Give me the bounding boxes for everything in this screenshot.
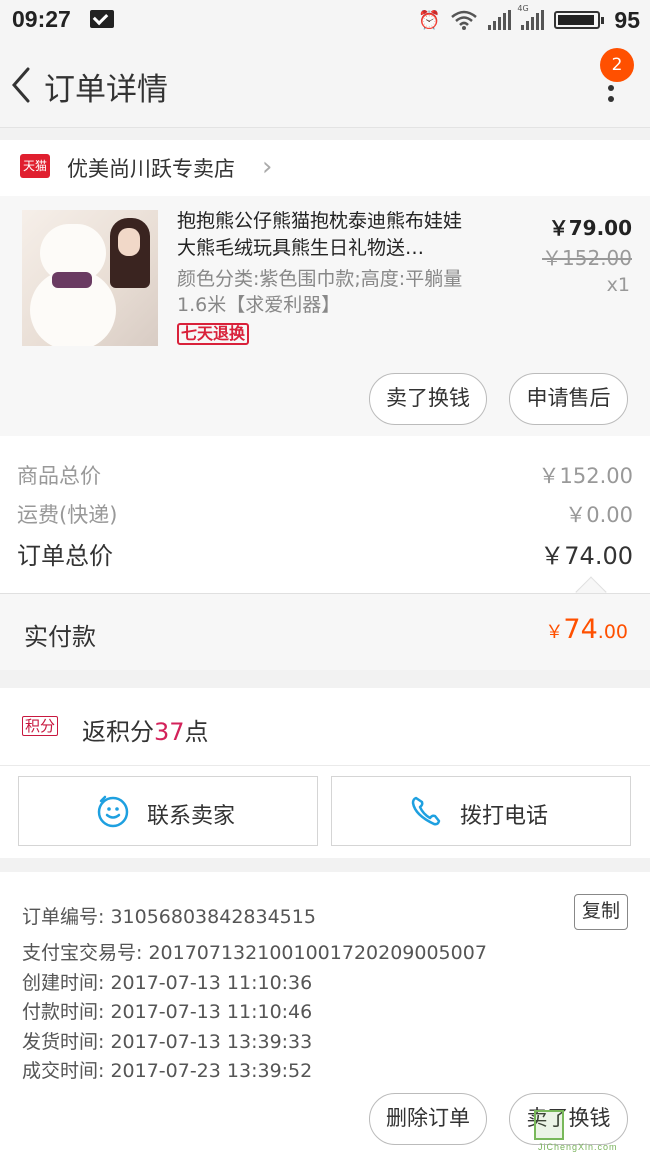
shipping-label: 运费(快递) bbox=[17, 503, 118, 527]
wifi-icon bbox=[451, 10, 478, 30]
battery-level: 95 bbox=[614, 6, 640, 33]
sell-for-cash-button[interactable]: 卖了换钱 bbox=[369, 373, 487, 425]
product-original-price: ￥152.00 bbox=[542, 246, 632, 270]
nav-bar: 订单详情 2 bbox=[0, 40, 650, 128]
call-phone-label: 拨打电话 bbox=[460, 804, 549, 829]
status-bar: 09:27 ⏰ 4G 95 bbox=[0, 0, 650, 40]
points-row: 积分 返积分37点 bbox=[0, 688, 650, 766]
closed-time: 成交时间: 2017-07-23 13:39:52 bbox=[22, 1060, 313, 1082]
chat-face-icon bbox=[97, 795, 129, 828]
shop-name[interactable]: 优美尚川跃专卖店 bbox=[67, 153, 235, 183]
return-policy-tag: 七天退换 bbox=[177, 323, 250, 345]
contact-area: 联系卖家 拨打电话 bbox=[0, 766, 650, 858]
shop-row[interactable]: 天猫 优美尚川跃专卖店 › bbox=[0, 140, 650, 196]
call-phone-button[interactable]: 拨打电话 bbox=[331, 776, 631, 846]
product-price: ￥79.00 bbox=[548, 216, 632, 240]
actual-payment-label: 实付款 bbox=[24, 623, 96, 651]
status-time: 09:27 bbox=[12, 6, 71, 32]
order-total-value: ￥74.00 bbox=[540, 542, 633, 570]
product-title[interactable]: 抱抱熊公仔熊猫抱枕泰迪熊布娃娃大熊毛绒玩具熊生日礼物送… bbox=[177, 208, 477, 262]
points-count: 37 bbox=[154, 718, 185, 746]
goods-total-label: 商品总价 bbox=[17, 464, 101, 488]
product-image[interactable] bbox=[22, 210, 158, 346]
alipay-number: 支付宝交易号: 2017071321001001720209005007 bbox=[22, 942, 487, 964]
message-icon bbox=[90, 10, 114, 28]
contact-seller-label: 联系卖家 bbox=[147, 804, 236, 829]
copy-button[interactable]: 复制 bbox=[574, 894, 628, 930]
contact-seller-button[interactable]: 联系卖家 bbox=[18, 776, 318, 846]
alarm-icon: ⏰ bbox=[417, 9, 441, 31]
watermark-logo-icon bbox=[534, 1110, 564, 1140]
watermark-text: JiChengXin.com bbox=[538, 1142, 618, 1152]
product-quantity: x1 bbox=[606, 274, 630, 296]
notification-badge: 2 bbox=[600, 48, 634, 82]
actual-payment-row: 实付款 ￥74.00 bbox=[0, 593, 650, 670]
chevron-right-icon: › bbox=[262, 152, 273, 182]
order-total-label: 订单总价 bbox=[17, 542, 113, 570]
actual-payment-value: ￥74.00 bbox=[545, 614, 628, 645]
after-sale-button[interactable]: 申请售后 bbox=[509, 373, 628, 425]
paid-time: 付款时间: 2017-07-13 11:10:46 bbox=[22, 1001, 313, 1023]
watermark: JiChengXin.com bbox=[534, 1108, 644, 1152]
status-icons: ⏰ 4G 95 bbox=[417, 4, 640, 34]
back-icon[interactable] bbox=[10, 66, 32, 104]
signal-icon bbox=[488, 10, 512, 30]
price-summary: 商品总价 ￥152.00 运费(快递) ￥0.00 订单总价 ￥74.00 bbox=[0, 436, 650, 608]
delete-order-button[interactable]: 删除订单 bbox=[369, 1093, 487, 1145]
tmall-icon: 天猫 bbox=[20, 154, 50, 178]
goods-total-value: ￥152.00 bbox=[538, 464, 633, 488]
points-text: 返积分37点 bbox=[82, 718, 209, 746]
product-spec: 颜色分类:紫色围巾款;高度:平躺量1.6米【求爱利器】 bbox=[177, 268, 463, 316]
phone-icon bbox=[411, 796, 441, 826]
created-time: 创建时间: 2017-07-13 11:10:36 bbox=[22, 972, 313, 994]
page-title: 订单详情 bbox=[44, 72, 168, 108]
order-info: 订单编号: 31056803842834515 复制 支付宝交易号: 20170… bbox=[0, 872, 650, 1082]
points-tag: 积分 bbox=[22, 716, 59, 736]
battery-icon bbox=[554, 11, 605, 29]
shipping-value: ￥0.00 bbox=[565, 503, 633, 527]
signal-4g-icon: 4G bbox=[517, 4, 545, 30]
network-type: 4G bbox=[517, 4, 529, 13]
product-item[interactable]: 抱抱熊公仔熊猫抱枕泰迪熊布娃娃大熊毛绒玩具熊生日礼物送… 颜色分类:紫色围巾款;… bbox=[0, 196, 650, 436]
shipped-time: 发货时间: 2017-07-13 13:39:33 bbox=[22, 1031, 313, 1053]
order-number: 订单编号: 31056803842834515 bbox=[22, 906, 316, 928]
